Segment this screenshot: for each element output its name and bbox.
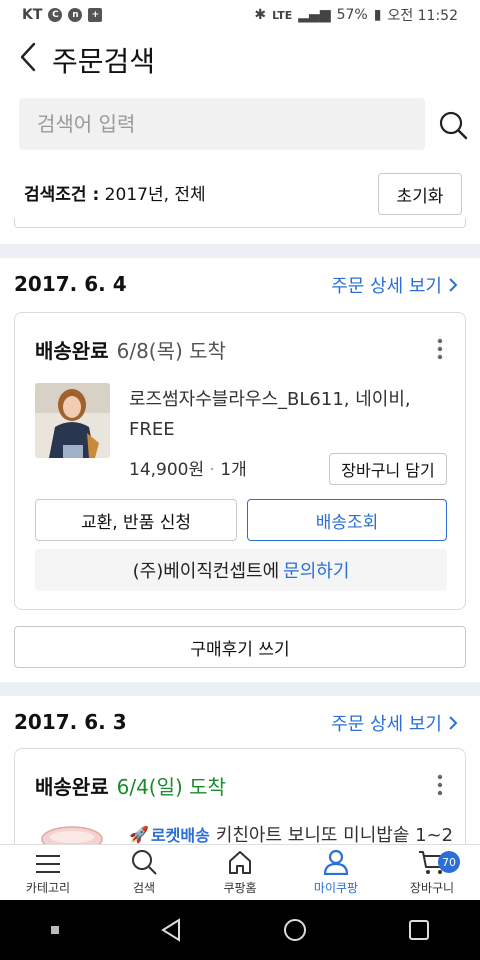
n-icon: n — [68, 8, 83, 22]
order-detail-link[interactable]: 주문 상세 보기 — [331, 710, 458, 736]
order-detail-link[interactable]: 주문 상세 보기 — [331, 272, 458, 298]
order-section: 2017. 6. 3 주문 상세 보기 배송완료 6/4(일) 도착 🚀 로켓배… — [0, 696, 480, 894]
cart-count-badge: 70 — [438, 851, 460, 873]
nav-cart[interactable]: 장바구니 70 — [384, 845, 480, 900]
battery-icon: ▮ — [373, 7, 382, 23]
order-date: 2017. 6. 3 — [14, 710, 127, 734]
search-icon[interactable] — [438, 110, 468, 140]
nav-label: 쿠팡홈 — [223, 881, 257, 895]
nav-category[interactable]: 카테고리 — [0, 845, 96, 900]
nav-label: 검색 — [132, 881, 156, 895]
detail-link-label: 주문 상세 보기 — [331, 276, 442, 297]
bottom-nav: 카테고리 검색 쿠팡홈 마이쿠팡 장바구니 70 — [0, 844, 480, 900]
product-thumbnail[interactable] — [35, 383, 110, 458]
condition-value: 2017년, 전체 — [99, 185, 206, 205]
write-review-button[interactable]: 구매후기 쓰기 — [14, 626, 466, 668]
search-icon — [132, 850, 157, 875]
divider — [14, 218, 466, 228]
nav-label: 카테고리 — [25, 881, 71, 895]
search-box[interactable] — [19, 98, 425, 150]
product-quantity: 1개 — [220, 460, 247, 480]
search-input[interactable] — [37, 112, 425, 136]
condition-label: 검색조건 : — [24, 185, 100, 205]
search-condition: 검색조건 : 2017년, 전체 — [24, 180, 206, 205]
reset-button[interactable]: 초기화 — [378, 173, 462, 215]
order-section: 2017. 6. 4 주문 상세 보기 배송완료 6/8(목) 도착 로즈썸자수… — [0, 258, 480, 682]
arrival-date: 6/8(목) 도착 — [116, 339, 226, 363]
detail-link-label: 주문 상세 보기 — [331, 714, 442, 735]
network-label: LTE — [272, 8, 293, 22]
search-header: 주문검색 검색조건 : 2017년, 전체 초기화 — [0, 30, 480, 244]
user-icon — [323, 849, 349, 875]
chevron-right-icon — [449, 278, 458, 292]
nav-label: 장바구니 — [409, 881, 455, 895]
seller-inquiry: (주)베이직컨셉트에 문의하기 — [35, 549, 447, 591]
order-card: 배송완료 6/8(목) 도착 로즈썸자수블라우스_BL611, 네이비, FRE… — [14, 312, 466, 610]
home-icon — [229, 851, 251, 874]
menu-icon — [36, 855, 60, 873]
rocket-badge-label: 로켓배송 — [150, 826, 210, 845]
clock-label: 오전 11:52 — [387, 8, 458, 24]
c-icon: C — [48, 8, 63, 22]
status-bar: KT C n + ✱ LTE ▂▄▆ 57% ▮ 오전 11:52 — [0, 0, 480, 30]
signal-icon: ▂▄▆ — [298, 7, 331, 23]
plus-icon: + — [88, 8, 103, 22]
back-triangle-icon[interactable] — [159, 917, 183, 943]
system-nav-bar — [0, 900, 480, 960]
product-price: 14,900원 — [129, 460, 205, 480]
separator: · — [204, 460, 221, 480]
nav-home[interactable]: 쿠팡홈 — [192, 845, 288, 900]
home-circle-icon[interactable] — [282, 917, 308, 943]
page-title: 주문검색 — [52, 45, 156, 78]
order-date: 2017. 6. 4 — [14, 272, 127, 296]
nav-label: 마이쿠팡 — [313, 881, 359, 895]
rocket-delivery-badge: 🚀 로켓배송 — [129, 822, 210, 846]
arrival-date: 6/4(일) 도착 — [116, 775, 226, 799]
chevron-right-icon — [449, 716, 458, 730]
delivery-status: 배송완료 6/4(일) 도착 — [35, 771, 226, 800]
product-price-row: 14,900원 · 1개 — [129, 455, 247, 480]
track-delivery-button[interactable]: 배송조회 — [247, 499, 447, 541]
bluetooth-icon: ✱ — [254, 7, 267, 23]
back-arrow-icon[interactable] — [14, 40, 42, 74]
return-exchange-button[interactable]: 교환, 반품 신청 — [35, 499, 237, 541]
status-label: 배송완료 — [35, 339, 109, 363]
inquiry-link[interactable]: 문의하기 — [283, 557, 349, 583]
nav-search[interactable]: 검색 — [96, 845, 192, 900]
delivery-status: 배송완료 6/8(목) 도착 — [35, 335, 226, 364]
more-vertical-icon[interactable] — [437, 337, 443, 361]
carrier-label: KT — [22, 7, 43, 23]
product-name[interactable]: 로즈썸자수블라우스_BL611, 네이비, FREE — [129, 385, 439, 445]
seller-name: (주)베이직컨셉트에 — [132, 561, 280, 582]
battery-label: 57% — [336, 7, 368, 23]
more-vertical-icon[interactable] — [437, 773, 443, 797]
rocket-icon: 🚀 — [129, 824, 149, 844]
add-to-cart-button[interactable]: 장바구니 담기 — [329, 453, 447, 485]
recents-square-icon[interactable] — [407, 918, 431, 942]
dot-icon — [50, 926, 59, 934]
status-label: 배송완료 — [35, 775, 109, 799]
nav-my-coupang[interactable]: 마이쿠팡 — [288, 845, 384, 900]
